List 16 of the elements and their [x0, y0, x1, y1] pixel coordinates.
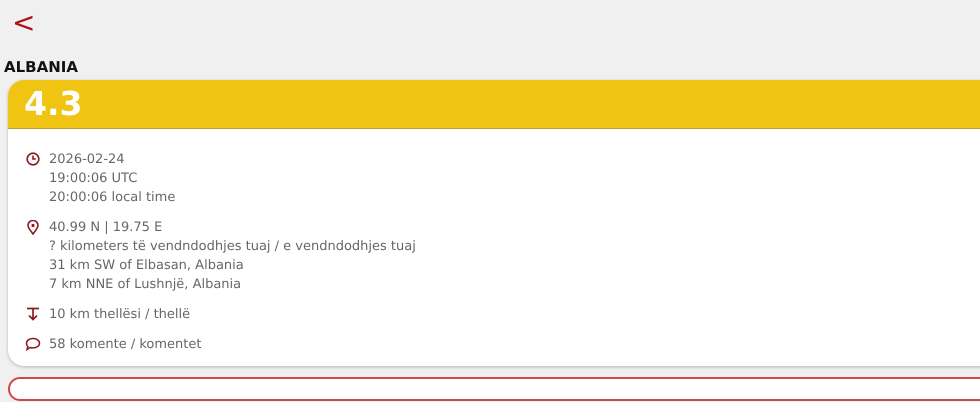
comments-link[interactable]: 58 komente / komentet	[49, 335, 202, 354]
back-button[interactable]: <	[12, 8, 36, 38]
date-time-text: 2026-02-24	[49, 151, 126, 169]
location-text: 40.99 N | 19.75 E	[49, 219, 164, 237]
location-text: 7 km NNE of Lushnjë, Albania	[49, 276, 242, 294]
date-time-text: 19:00:06 UTC	[49, 170, 138, 188]
map-pin-icon	[27, 220, 39, 235]
location-text: ? kilometers të vendndodhjes tuaj / e vendndodhjes tuaj	[49, 238, 416, 256]
magnitude-value: 4.3	[24, 86, 82, 122]
speech-bubble-icon	[25, 337, 41, 351]
depth-arrow-icon	[26, 307, 40, 321]
location-text: 31 km SW of Elbasan, Albania	[49, 257, 245, 275]
depth-text: 10 km thellësi / thellë	[49, 306, 190, 324]
region-title: ALBANIA	[4, 58, 79, 76]
date-time-text: 20:00:06 local time	[49, 189, 176, 207]
clock-icon	[26, 152, 40, 166]
